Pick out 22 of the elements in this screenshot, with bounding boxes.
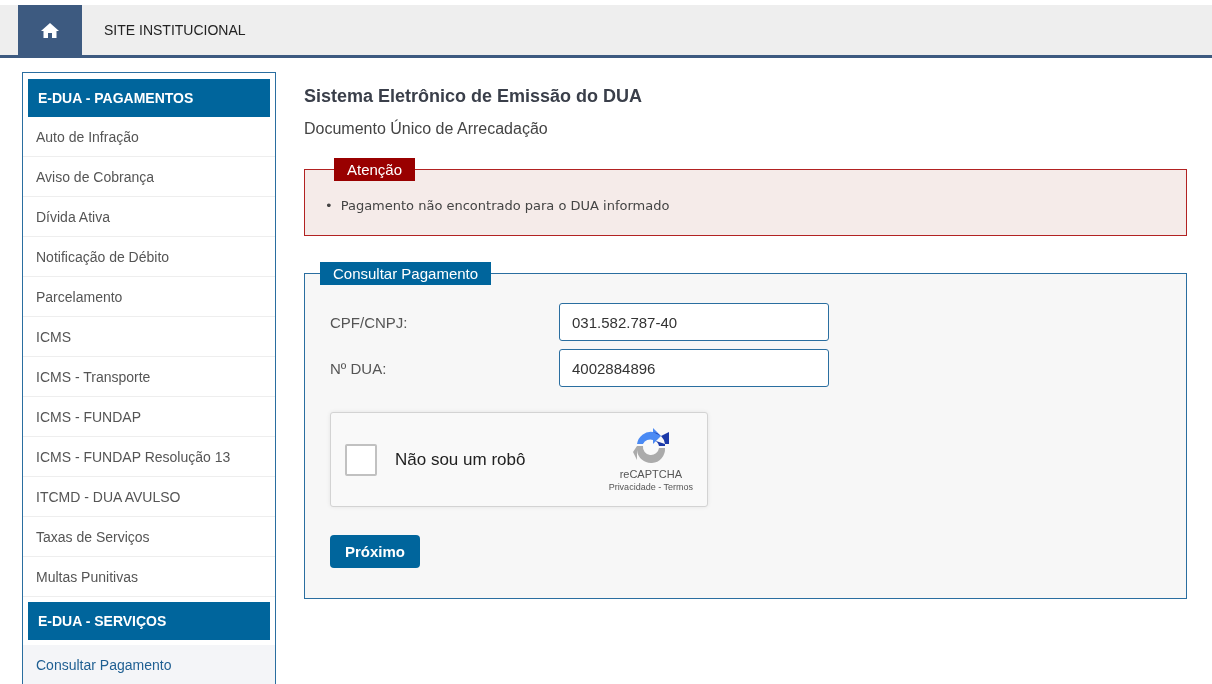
field-label: CPF/CNPJ:	[330, 313, 409, 331]
alert-legend: Atenção	[334, 158, 416, 181]
bullet-mark: •	[325, 197, 333, 215]
captcha-label: Não sou um robô	[395, 449, 527, 470]
recaptcha-logo-icon	[630, 427, 671, 466]
home-tab[interactable]	[18, 5, 82, 55]
nav-link[interactable]: SITE INSTITUCIONAL	[82, 5, 268, 55]
sidebar-section-header: E-DUA - SERVIÇOS	[28, 602, 270, 640]
captcha-links[interactable]: Privacidade - Termos	[608, 481, 693, 492]
sidebar-section-header: E-DUA - PAGAMENTOS	[28, 79, 270, 117]
input-field[interactable]: 4002884896	[559, 349, 829, 387]
input-field[interactable]: 031.582.787-40	[559, 303, 829, 341]
page-title: Sistema Eletrônico de Emissão do DUA	[304, 86, 644, 107]
home-icon	[40, 21, 60, 39]
sidebar-item[interactable]: Consultar Pagamento	[23, 645, 275, 684]
captcha-checkbox[interactable]	[345, 443, 377, 476]
captcha-brand: reCAPTCHA	[619, 467, 682, 480]
form-legend: Consultar Pagamento	[320, 262, 492, 285]
page-subtitle: Documento Único de Arrecadação	[304, 120, 549, 138]
next-button[interactable]: Próximo	[330, 535, 420, 568]
field-label: Nº DUA:	[330, 359, 388, 377]
alert-message: Pagamento não encontrado para o DUA informado	[340, 197, 670, 215]
